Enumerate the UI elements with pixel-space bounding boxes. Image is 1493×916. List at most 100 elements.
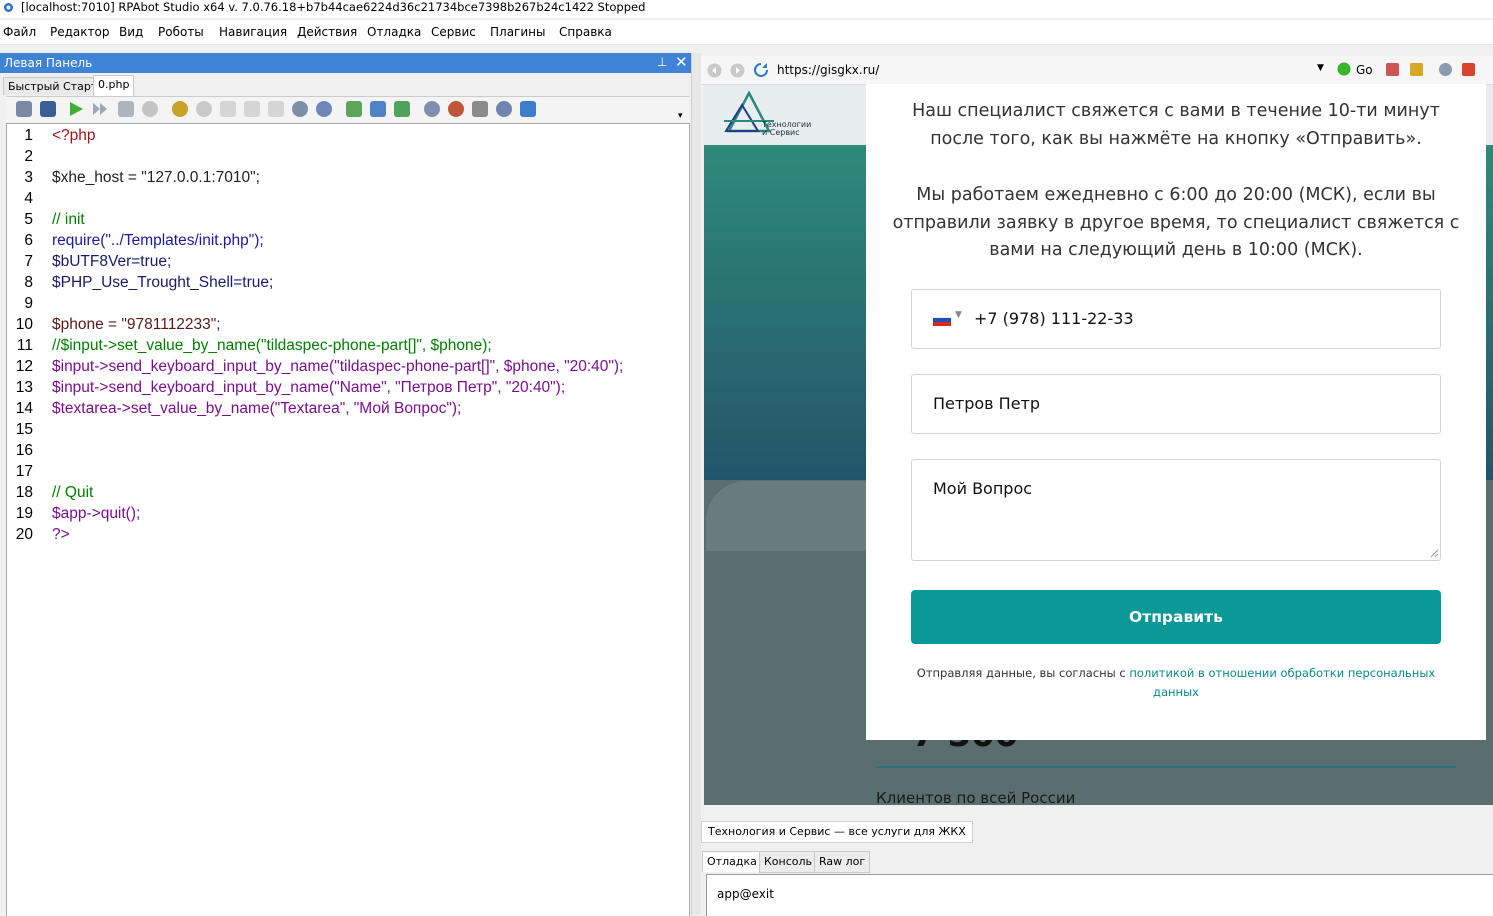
debug-disabled-icon[interactable] (196, 101, 212, 117)
save-all-icon[interactable] (40, 101, 56, 117)
footsteps-out-icon[interactable] (268, 101, 284, 117)
format-icon[interactable] (394, 101, 410, 117)
left-panel-title: Левая Панель (4, 56, 93, 70)
chevron-down-icon[interactable]: ▼ (955, 310, 962, 320)
editor-toolbar: ▾ (6, 96, 689, 122)
gear-disabled-icon[interactable] (142, 101, 158, 117)
browser-page-tab[interactable]: Технология и Сервис — все услуги для ЖКХ (701, 821, 973, 843)
wand-icon[interactable] (472, 101, 488, 117)
resize-handle-icon[interactable] (1430, 549, 1439, 558)
run-icon[interactable] (68, 101, 84, 117)
code-comment: // Quit (52, 484, 94, 501)
line-number: 14 (15, 400, 33, 417)
refresh-icon[interactable] (753, 62, 769, 78)
tab-debug[interactable]: Отладка (702, 851, 762, 872)
save-icon[interactable] (16, 101, 32, 117)
tab-raw-log[interactable]: Raw лог (814, 851, 871, 873)
gears-icon[interactable] (424, 101, 440, 117)
gears-red-icon[interactable] (448, 101, 464, 117)
go-button[interactable]: Go (1356, 63, 1373, 77)
debug-output-text: app@exit (717, 887, 774, 901)
form-description: Наш специалист свяжется с вами в течение… (912, 101, 1440, 121)
line-number: 12 (15, 358, 33, 375)
code-comment: //$input->set_value_by_name("tildaspec-p… (52, 337, 492, 354)
form-hours: Мы работаем ежедневно с 6:00 до 20:00 (М… (916, 185, 1436, 205)
line-number: 2 (24, 148, 33, 165)
menu-help[interactable]: Справка (559, 25, 612, 39)
back-icon[interactable] (707, 63, 722, 78)
menu-view[interactable]: Вид (119, 25, 143, 39)
pin-icon[interactable]: ⊥ (657, 55, 667, 69)
debug-icon[interactable] (172, 101, 188, 117)
tab-console[interactable]: Консоль (759, 851, 818, 873)
menu-editor[interactable]: Редактор (50, 25, 109, 39)
line-number: 9 (24, 295, 33, 312)
app-icon (4, 3, 13, 12)
line-number: 11 (16, 337, 33, 354)
menu-file[interactable]: Файл (3, 25, 36, 39)
new-file-icon[interactable] (346, 101, 362, 117)
tab-quick-start[interactable]: Быстрый Старт (3, 77, 103, 95)
menu-service[interactable]: Сервис (431, 25, 476, 39)
bricks-icon[interactable] (1462, 63, 1475, 76)
close-icon[interactable]: ✕ (675, 53, 688, 71)
plugins-icon[interactable] (496, 101, 512, 117)
line-number: 3 (24, 169, 33, 186)
search-icon[interactable] (292, 101, 308, 117)
line-number: 17 (15, 463, 33, 480)
line-number: 6 (24, 232, 33, 249)
stop-icon[interactable] (118, 101, 134, 117)
browser-nav-bar: https://gisgkx.ru/ ▼ Go (701, 56, 1493, 85)
line-number: 15 (15, 421, 33, 438)
menu-debug[interactable]: Отладка (367, 25, 421, 39)
stat-divider (876, 766, 1456, 768)
code-line: ?> (52, 526, 70, 543)
question-textarea[interactable]: Мой Вопрос (911, 459, 1441, 561)
russia-flag-icon[interactable] (933, 314, 951, 326)
panel-splitter[interactable] (691, 53, 701, 915)
window-title-bar: [localhost:7010] RPAbot Studio x64 v. 7.… (0, 0, 1493, 18)
code-line: $input->send_keyboard_input_by_name("til… (52, 358, 624, 375)
debug-output[interactable]: app@exit (706, 874, 1493, 916)
phone-field[interactable]: ▼ +7 (978) 111-22-33 (911, 289, 1441, 349)
footsteps-icon[interactable] (220, 101, 236, 117)
go-icon[interactable] (1337, 62, 1351, 76)
line-number: 16 (15, 442, 33, 459)
consent-prefix: Отправляя данные, вы согласны с (916, 666, 1130, 680)
submit-button[interactable]: Отправить (911, 590, 1441, 644)
name-input[interactable]: Петров Петр (933, 394, 1040, 413)
package-icon[interactable] (1410, 63, 1423, 76)
menu-navigation[interactable]: Навигация (219, 25, 287, 39)
network-icon[interactable] (520, 101, 536, 117)
toolbar-overflow-icon[interactable]: ▾ (678, 111, 683, 121)
code-comment: // init (52, 211, 85, 228)
privacy-policy-link[interactable]: политикой в отношении обработки персонал… (1129, 666, 1435, 680)
box-icon[interactable] (1386, 63, 1399, 76)
callback-form-modal: Наш специалист свяжется с вами в течение… (866, 84, 1486, 740)
line-number: 19 (15, 505, 33, 522)
code-line: <?php (52, 127, 96, 144)
menu-actions[interactable]: Действия (297, 25, 357, 39)
address-dropdown-icon[interactable]: ▼ (1317, 63, 1324, 73)
name-field[interactable]: Петров Петр (911, 374, 1441, 434)
forward-icon[interactable] (730, 63, 745, 78)
line-number-gutter: 1 2 3 4 5 6 7 8 9 10 11 12 13 14 15 16 1… (7, 124, 50, 915)
line-number: 5 (24, 211, 33, 228)
settings-icon[interactable] (316, 101, 332, 117)
step-icon[interactable] (92, 101, 108, 117)
menu-plugins[interactable]: Плагины (490, 25, 545, 39)
line-number: 8 (24, 274, 33, 291)
tab-0-php[interactable]: 0.php (93, 75, 135, 96)
menu-bar: Файл Редактор Вид Роботы Навигация Дейст… (0, 20, 1493, 45)
privacy-policy-link[interactable]: данных (1153, 685, 1199, 699)
menu-robots[interactable]: Роботы (158, 25, 204, 39)
open-file-icon[interactable] (370, 101, 386, 117)
form-hours: вами на следующий день в 10:00 (МСК). (989, 240, 1363, 260)
address-bar[interactable]: https://gisgkx.ru/ (777, 63, 879, 77)
settings-icon[interactable] (1439, 63, 1452, 76)
line-number: 13 (15, 379, 33, 396)
footsteps-into-icon[interactable] (244, 101, 260, 117)
phone-input[interactable]: +7 (978) 111-22-33 (974, 309, 1134, 328)
question-input[interactable]: Мой Вопрос (933, 479, 1032, 498)
stat-caption: Клиентов по всей России (876, 789, 1076, 805)
